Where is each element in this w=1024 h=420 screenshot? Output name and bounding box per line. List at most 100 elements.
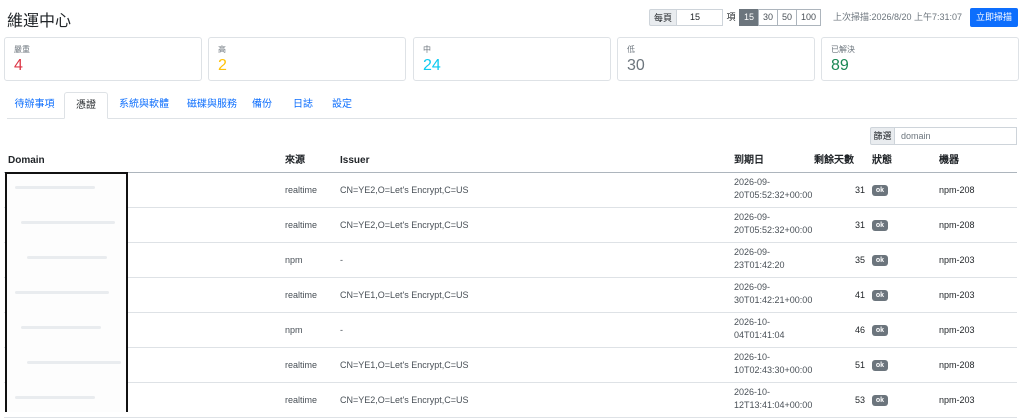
redacted-domain-area <box>5 172 128 412</box>
domain-filter-input[interactable]: domain <box>895 127 1017 145</box>
issuer-cell: CN=YE2,O=Let's Encrypt,C=US <box>340 220 469 230</box>
page-size-group: 15 30 50 100 <box>739 9 822 26</box>
days-left-cell: 41 <box>854 290 865 300</box>
redacted-line <box>21 326 101 329</box>
column-header-host[interactable]: 機器 <box>939 150 959 172</box>
issuer-cell: CN=YE1,O=Let's Encrypt,C=US <box>340 360 469 370</box>
days-left-cell: 31 <box>854 185 865 195</box>
tab-1[interactable]: 憑證 <box>64 92 108 119</box>
per-page-label: 每頁 <box>649 9 677 26</box>
top-bar: 維運中心 每頁 15 項 15 30 50 100 上次掃描:2026/8/20 上午… <box>0 0 1024 36</box>
status-badge: ok <box>872 360 888 371</box>
stat-value: 4 <box>14 57 23 74</box>
page-size-button-50[interactable]: 50 <box>777 9 798 26</box>
tab-6[interactable]: 設定 <box>326 92 358 118</box>
tab-3[interactable]: 磁碟與服務 <box>180 92 244 118</box>
days-left-cell: 35 <box>854 255 865 265</box>
redacted-line <box>15 291 109 294</box>
status-badge: ok <box>872 185 888 196</box>
last-scan-time: 上次掃描:2026/8/20 上午7:31:07 <box>833 12 963 22</box>
column-header-days-left[interactable]: 剩餘天數 <box>814 150 854 172</box>
expiry-date: 2026-10- <box>734 387 771 397</box>
stat-value: 24 <box>423 57 441 74</box>
days-left-cell: 31 <box>854 220 865 230</box>
table-row: realtime CN=YE2,O=Let's Encrypt,C=US 2026-… <box>4 173 1017 208</box>
host-cell: npm-203 <box>939 255 975 265</box>
stat-label: 高 <box>218 45 226 54</box>
expiry-time: 20T05:52:32+00:00 <box>734 190 813 200</box>
status-badge: ok <box>872 220 888 231</box>
expiry-cell: 2026-09- 30T01:42:21+00:00 <box>734 281 824 315</box>
redacted-line <box>15 186 95 189</box>
source-cell: realtime <box>285 360 318 370</box>
source-cell: realtime <box>285 185 318 195</box>
expiry-cell: 2026-09- 23T01:42:20 <box>734 246 824 280</box>
column-header-domain[interactable]: Domain <box>8 150 45 172</box>
expiry-time: 20T05:52:32+00:00 <box>734 225 813 235</box>
page-title: 維運中心 <box>7 13 72 30</box>
column-header-source[interactable]: 來源 <box>285 150 305 172</box>
redacted-line <box>27 361 121 364</box>
tab-bar: 待辦事項 憑證 系統與軟體 磁碟與服務 備份 日誌 設定 <box>7 92 1017 119</box>
expiry-date: 2026-09- <box>734 212 771 222</box>
expiry-time: 04T01:41:04 <box>734 330 785 340</box>
source-cell: npm <box>285 325 303 335</box>
stat-card: 嚴重 4 <box>4 37 202 81</box>
source-cell: realtime <box>285 290 318 300</box>
expiry-cell: 2026-10- 10T02:43:30+00:00 <box>734 351 824 385</box>
table-row: npm - 2026-10- 04T01:41:04 46 ok npm-203 <box>4 313 1017 348</box>
stat-value: 89 <box>831 57 849 74</box>
issuer-cell: CN=YE1,O=Let's Encrypt,C=US <box>340 290 469 300</box>
expiry-date: 2026-09- <box>734 282 771 292</box>
tab-4[interactable]: 備份 <box>247 92 277 118</box>
stat-card: 低 30 <box>617 37 815 81</box>
expiry-date: 2026-09- <box>734 247 771 257</box>
table-row: realtime CN=YE1,O=Let's Encrypt,C=US 2026-… <box>4 348 1017 383</box>
table-row: realtime CN=YE1,O=Let's Encrypt,C=US 2026-… <box>4 278 1017 313</box>
per-page-input[interactable]: 15 <box>677 9 723 26</box>
tab-0[interactable]: 待辦事項 <box>7 92 62 118</box>
redacted-line <box>15 396 95 399</box>
page-size-button-30[interactable]: 30 <box>758 9 779 26</box>
expiry-cell: 2026-09- 20T05:52:32+00:00 <box>734 176 824 210</box>
status-badge: ok <box>872 325 888 336</box>
page-size-button-15[interactable]: 15 <box>739 9 760 26</box>
status-badge: ok <box>872 255 888 266</box>
table-row: realtime CN=YE2,O=Let's Encrypt,C=US 2026-… <box>4 208 1017 243</box>
expiry-time: 23T01:42:20 <box>734 260 785 270</box>
stat-label: 嚴重 <box>14 45 30 54</box>
expiry-cell: 2026-10- 04T01:41:04 <box>734 316 824 350</box>
issuer-cell: - <box>340 325 343 335</box>
source-cell: realtime <box>285 220 318 230</box>
expiry-time: 30T01:42:21+00:00 <box>734 295 813 305</box>
expiry-cell: 2026-09- 20T05:52:32+00:00 <box>734 211 824 245</box>
issuer-cell: CN=YE2,O=Let's Encrypt,C=US <box>340 185 469 195</box>
expiry-time: 12T13:41:04+00:00 <box>734 400 813 410</box>
stat-value: 2 <box>218 57 227 74</box>
issuer-cell: - <box>340 255 343 265</box>
stat-value: 30 <box>627 57 645 74</box>
host-cell: npm-208 <box>939 360 975 370</box>
status-badge: ok <box>872 395 888 406</box>
stat-card: 中 24 <box>413 37 611 81</box>
stat-label: 已解決 <box>831 45 855 54</box>
scan-now-button[interactable]: 立即掃描 <box>970 8 1018 27</box>
stat-card: 高2 <box>208 37 406 81</box>
redacted-line <box>21 221 115 224</box>
expiry-date: 2026-10- <box>734 352 771 362</box>
column-header-status[interactable]: 狀態 <box>872 150 892 172</box>
stat-card: 已解決 89 <box>821 37 1019 81</box>
host-cell: npm-208 <box>939 220 975 230</box>
expiry-date: 2026-09- <box>734 177 771 187</box>
page-size-button-100[interactable]: 100 <box>796 9 822 26</box>
tab-2[interactable]: 系統與軟體 <box>110 92 178 118</box>
host-cell: npm-203 <box>939 325 975 335</box>
days-left-cell: 51 <box>854 360 865 370</box>
filter-label: 篩選 <box>870 127 895 145</box>
tab-5[interactable]: 日誌 <box>287 92 319 118</box>
column-header-issuer[interactable]: Issuer <box>340 150 369 172</box>
source-cell: npm <box>285 255 303 265</box>
expiry-cell: 2026-10- 12T13:41:04+00:00 <box>734 386 824 420</box>
expiry-date: 2026-10- <box>734 317 771 327</box>
column-header-expiry[interactable]: 到期日 <box>734 150 764 172</box>
